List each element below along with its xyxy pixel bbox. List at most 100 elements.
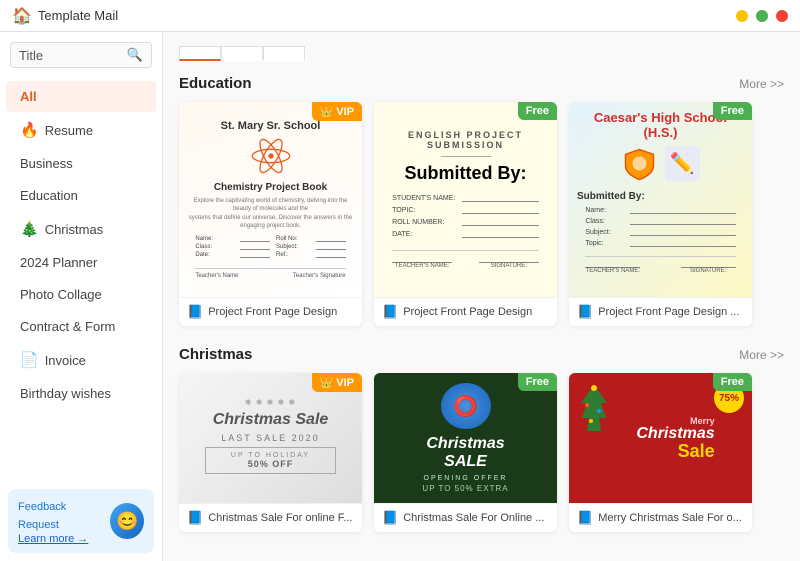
sidebar-item-label: Education	[20, 188, 78, 203]
sidebar-item-label: All	[20, 89, 37, 104]
app-title: Template Mail	[38, 8, 118, 23]
sidebar-item-education[interactable]: Education	[6, 180, 156, 211]
tab-1[interactable]	[179, 46, 221, 61]
template-footer-edu-3: 📘 Project Front Page Design ...	[569, 297, 752, 326]
sidebar-item-label: Birthday wishes	[20, 386, 111, 401]
template-card-xmas-1[interactable]: ❄ ❄ ❄ ❄ ❄ Christmas Sale LAST SALE 2020 …	[179, 373, 362, 532]
close-button[interactable]	[776, 10, 788, 22]
xmas-card-design-1: ❄ ❄ ❄ ❄ ❄ Christmas Sale LAST SALE 2020 …	[179, 373, 362, 503]
school-name: St. Mary Sr. School	[221, 120, 321, 132]
app-icon: 🏠	[12, 6, 32, 26]
template-name-edu-2: Project Front Page Design	[403, 306, 532, 318]
sidebar-item-planner[interactable]: 2024 Planner	[6, 247, 156, 278]
doc-icon: 📘	[577, 304, 593, 320]
sidebar-item-christmas[interactable]: 🎄 Christmas	[6, 212, 156, 246]
doc-icon-xmas3: 📘	[577, 510, 593, 526]
christmas-sale-1: Christmas Sale	[213, 411, 329, 429]
sidebar-item-label: 2024 Planner	[20, 255, 97, 270]
fire-icon: 🔥	[20, 121, 39, 139]
search-icon[interactable]: 🔍	[127, 47, 143, 63]
template-img-xmas-2: ⭕ ChristmasSALE OPENING OFFER UP TO 50% …	[374, 373, 557, 503]
template-name-xmas-3: Merry Christmas Sale For o...	[598, 512, 742, 524]
feedback-title: Feedback Request	[18, 501, 66, 531]
teacher-area: TEACHER'S NAME: SIGNATURE:	[392, 250, 539, 269]
template-img-xmas-3: 75% Merry Christmas Sale Free	[569, 373, 752, 503]
vip-badge-xmas: 👑 VIP	[312, 373, 363, 392]
christmas-template-grid: ❄ ❄ ❄ ❄ ❄ Christmas Sale LAST SALE 2020 …	[179, 373, 784, 532]
sidebar-item-label: Business	[20, 156, 73, 171]
titlebar: 🏠 Template Mail	[0, 0, 800, 32]
crown-icon: 👑	[320, 106, 334, 118]
submitted-by: Submitted By:	[404, 163, 526, 184]
sidebar-item-invoice[interactable]: 📄 Invoice	[6, 343, 156, 377]
xmas-date: UP TO 50% EXTRA	[422, 484, 508, 493]
christmas-section-header: Christmas More >>	[179, 346, 784, 363]
template-card-xmas-3[interactable]: 75% Merry Christmas Sale Free 📘 Merry Ch…	[569, 373, 752, 532]
xmas-card-design-3: 75% Merry Christmas Sale	[569, 373, 752, 503]
atom-icon	[251, 136, 291, 176]
sidebar-item-label: Photo Collage	[20, 287, 102, 302]
sidebar-item-label: Contract & Form	[20, 319, 115, 334]
free-badge-xmas2: Free	[518, 373, 557, 391]
sidebar-item-label: Invoice	[45, 353, 86, 368]
search-box[interactable]: 🔍	[10, 42, 152, 68]
template-img-edu-3: Caesar's High School (H.S.) ✏️ Submitted…	[569, 102, 752, 297]
submitted-by-3: Submitted By:	[577, 191, 744, 202]
feedback-box[interactable]: Feedback Request Learn more → 😊	[8, 489, 154, 553]
feedback-link[interactable]: Learn more →	[18, 533, 104, 545]
sidebar-item-all[interactable]: All	[6, 81, 156, 112]
christmas-section: Christmas More >> ❄ ❄ ❄ ❄ ❄ Christmas Sa…	[179, 346, 784, 532]
christmas-more-link[interactable]: More >>	[739, 348, 784, 362]
main-content: Education More >> St. Mary Sr. School	[163, 32, 800, 561]
merry-text: Merry Christmas Sale	[636, 416, 714, 460]
template-name-xmas-1: Christmas Sale For online F...	[208, 512, 352, 524]
christmas-label: Christmas	[636, 426, 714, 442]
template-footer-xmas-1: 📘 Christmas Sale For online F...	[179, 503, 362, 532]
template-name-xmas-2: Christmas Sale For Online ...	[403, 512, 544, 524]
sidebar-item-photo-collage[interactable]: Photo Collage	[6, 279, 156, 310]
education-section-title: Education	[179, 75, 252, 92]
christmas-icon: 🎄	[20, 220, 39, 238]
sidebar-item-business[interactable]: Business	[6, 148, 156, 179]
sidebar: 🔍 All 🔥 Resume Business Education 🎄 Chri…	[0, 32, 163, 561]
template-card-edu-3[interactable]: Caesar's High School (H.S.) ✏️ Submitted…	[569, 102, 752, 326]
sidebar-item-contract[interactable]: Contract & Form	[6, 311, 156, 342]
template-card-edu-1[interactable]: St. Mary Sr. School Chemistry Project Bo…	[179, 102, 362, 326]
xmas-card-design-2: ⭕ ChristmasSALE OPENING OFFER UP TO 50% …	[374, 373, 557, 503]
education-section-header: Education More >>	[179, 75, 784, 92]
app-body: 🔍 All 🔥 Resume Business Education 🎄 Chri…	[0, 32, 800, 561]
xmas-tree	[579, 383, 609, 438]
teacher-area-3: TEACHER'S NAME: SIGNATURE:	[585, 256, 735, 274]
template-name-edu-1: Project Front Page Design	[208, 306, 337, 318]
titlebar-controls	[736, 10, 788, 22]
sidebar-item-resume[interactable]: 🔥 Resume	[6, 113, 156, 147]
sidebar-item-birthday[interactable]: Birthday wishes	[6, 378, 156, 409]
tab-2[interactable]	[221, 46, 263, 61]
sidebar-nav: All 🔥 Resume Business Education 🎄 Christ…	[0, 76, 162, 481]
maximize-button[interactable]	[756, 10, 768, 22]
xmas-decor: ❄ ❄ ❄ ❄ ❄	[245, 398, 296, 407]
tab-3[interactable]	[263, 46, 305, 61]
template-footer-edu-1: 📘 Project Front Page Design	[179, 297, 362, 326]
education-section: Education More >> St. Mary Sr. School	[179, 75, 784, 326]
education-more-link[interactable]: More >>	[739, 77, 784, 91]
english-project: ENGLISH PROJECTSUBMISSION	[408, 130, 523, 150]
template-img-xmas-1: ❄ ❄ ❄ ❄ ❄ Christmas Sale LAST SALE 2020 …	[179, 373, 362, 503]
template-card-xmas-2[interactable]: ⭕ ChristmasSALE OPENING OFFER UP TO 50% …	[374, 373, 557, 532]
last-sale: LAST SALE 2020	[221, 433, 319, 443]
sidebar-item-label: Resume	[45, 123, 93, 138]
book-desc: Explore the captivating world of chemist…	[187, 197, 354, 231]
form-lines-3: Name: Class: Subject: Topic:	[585, 206, 735, 250]
search-input[interactable]	[19, 48, 127, 63]
template-footer-xmas-3: 📘 Merry Christmas Sale For o...	[569, 503, 752, 532]
template-footer-xmas-2: 📘 Christmas Sale For Online ...	[374, 503, 557, 532]
edu-card-design-1: St. Mary Sr. School Chemistry Project Bo…	[179, 102, 362, 297]
free-badge-xmas3: Free	[713, 373, 752, 391]
free-badge: Free	[713, 102, 752, 120]
template-card-edu-2[interactable]: ENGLISH PROJECTSUBMISSION Submitted By: …	[374, 102, 557, 326]
ornament-icon: ⭕	[441, 383, 491, 429]
vip-badge: 👑 VIP	[312, 102, 363, 121]
xmas-sale-2: ChristmasSALE	[426, 435, 504, 471]
minimize-button[interactable]	[736, 10, 748, 22]
edu-card-design-2: ENGLISH PROJECTSUBMISSION Submitted By: …	[374, 102, 557, 297]
